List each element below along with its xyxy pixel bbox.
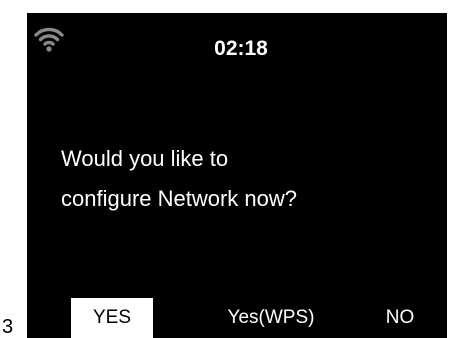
figure-number: 3 [2, 316, 14, 338]
prompt-line-1: Would you like to [61, 146, 229, 171]
option-bar: YES Yes(WPS) NO [27, 298, 447, 338]
no-option[interactable]: NO [375, 298, 425, 338]
prompt-line-2: configure Network now? [61, 186, 298, 211]
device-screen: 02:18 Would you like to configure Networ… [27, 13, 447, 338]
clock-time: 02:18 [214, 37, 268, 60]
yes-option[interactable]: YES [71, 298, 153, 338]
network-config-prompt: Would you like to configure Network now? [61, 139, 297, 219]
yes-wps-option[interactable]: Yes(WPS) [215, 298, 327, 338]
page: 3 02:18 Would you like to configure Netw… [0, 0, 458, 338]
